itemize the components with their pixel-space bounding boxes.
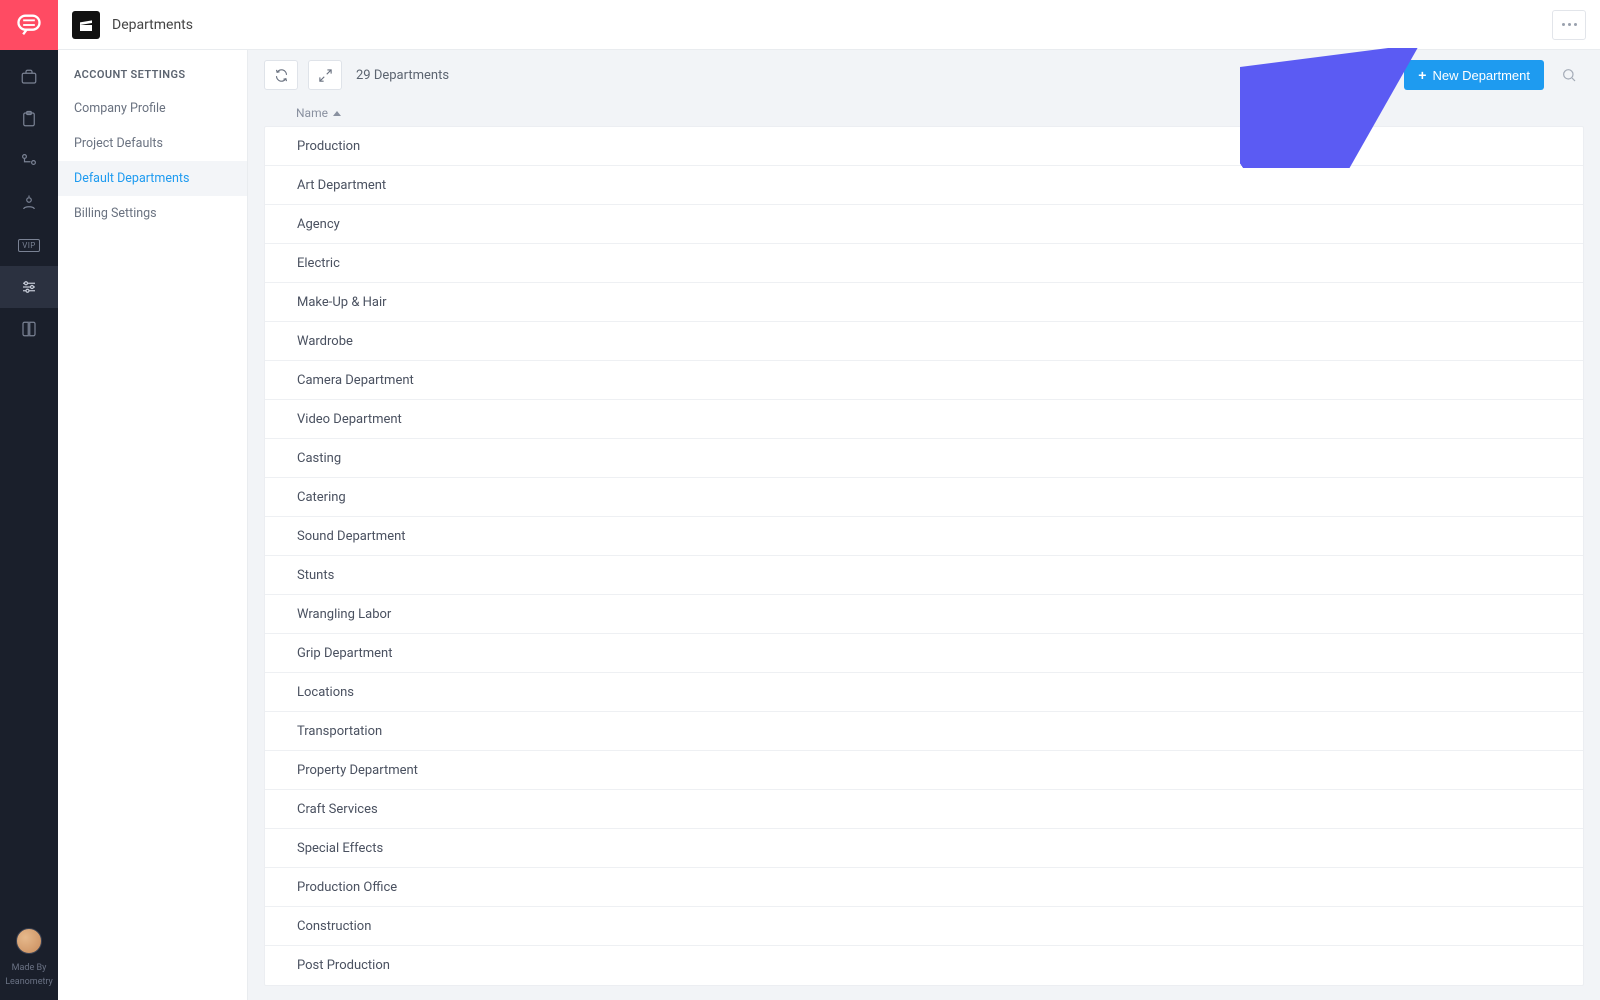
- rail-item-vip[interactable]: VIP: [0, 224, 58, 266]
- rail-footer: Made By Leanometry: [0, 928, 58, 988]
- subnav-item-billing-settings[interactable]: Billing Settings: [58, 196, 247, 231]
- new-department-label: New Department: [1432, 68, 1530, 83]
- table-row[interactable]: Transportation: [265, 712, 1583, 751]
- search-icon: [1561, 67, 1577, 83]
- refresh-icon: [274, 68, 289, 83]
- table-row[interactable]: Production: [265, 127, 1583, 166]
- topbar-right: [1552, 10, 1586, 40]
- table-wrap: Name ProductionArt DepartmentAgencyElect…: [248, 100, 1600, 1000]
- table-row[interactable]: Locations: [265, 673, 1583, 712]
- new-department-button[interactable]: + New Department: [1404, 60, 1544, 90]
- dot-icon: [1568, 23, 1571, 26]
- dot-icon: [1574, 23, 1577, 26]
- body: ACCOUNT SETTINGS Company Profile Project…: [58, 50, 1600, 1000]
- topbar: Departments: [58, 0, 1600, 50]
- table-row[interactable]: Video Department: [265, 400, 1583, 439]
- table-row[interactable]: Post Production: [265, 946, 1583, 985]
- rail-item-tasks[interactable]: [0, 98, 58, 140]
- book-icon: [20, 320, 38, 338]
- subnav: ACCOUNT SETTINGS Company Profile Project…: [58, 50, 248, 1000]
- table-row[interactable]: Craft Services: [265, 790, 1583, 829]
- refresh-button[interactable]: [264, 60, 298, 90]
- expand-button[interactable]: [308, 60, 342, 90]
- subnav-title: ACCOUNT SETTINGS: [58, 68, 247, 81]
- content: 29 Departments + New Department: [248, 50, 1600, 1000]
- subnav-item-default-departments[interactable]: Default Departments: [58, 161, 247, 196]
- column-header-label: Name: [296, 106, 328, 120]
- search-button[interactable]: [1554, 60, 1584, 90]
- table-row[interactable]: Art Department: [265, 166, 1583, 205]
- subnav-item-project-defaults[interactable]: Project Defaults: [58, 126, 247, 161]
- table-row[interactable]: Stunts: [265, 556, 1583, 595]
- main-area: Departments ACCOUNT SETTINGS Company Pro…: [58, 0, 1600, 1000]
- clapper-icon: [78, 17, 94, 33]
- sliders-icon: [20, 278, 38, 296]
- page-title: Departments: [112, 17, 193, 33]
- clipboard-icon: [20, 110, 38, 128]
- table-row[interactable]: Make-Up & Hair: [265, 283, 1583, 322]
- table-row[interactable]: Sound Department: [265, 517, 1583, 556]
- table-row[interactable]: Special Effects: [265, 829, 1583, 868]
- briefcase-icon: [20, 68, 38, 86]
- avatar[interactable]: [16, 928, 42, 954]
- count-label: 29 Departments: [356, 68, 449, 83]
- table-rows: ProductionArt DepartmentAgencyElectricMa…: [264, 126, 1584, 986]
- rail-item-settings[interactable]: [0, 266, 58, 308]
- table-row[interactable]: Casting: [265, 439, 1583, 478]
- expand-icon: [318, 68, 333, 83]
- subnav-item-company-profile[interactable]: Company Profile: [58, 91, 247, 126]
- more-button[interactable]: [1552, 10, 1586, 40]
- plus-icon: +: [1418, 67, 1426, 83]
- app-root: VIP Made By Leanometry Departments: [0, 0, 1600, 1000]
- left-rail: VIP Made By Leanometry: [0, 0, 58, 1000]
- rail-item-docs[interactable]: [0, 308, 58, 350]
- chat-icon: [15, 11, 43, 39]
- contact-icon: [20, 194, 38, 212]
- table-row[interactable]: Wardrobe: [265, 322, 1583, 361]
- table-row[interactable]: Agency: [265, 205, 1583, 244]
- toolbar-right: + New Department: [1404, 60, 1584, 90]
- table-row[interactable]: Camera Department: [265, 361, 1583, 400]
- rail-items: VIP: [0, 56, 58, 350]
- rail-item-contacts[interactable]: [0, 182, 58, 224]
- table-row[interactable]: Grip Department: [265, 634, 1583, 673]
- table-row[interactable]: Electric: [265, 244, 1583, 283]
- rail-item-team[interactable]: [0, 140, 58, 182]
- users-flow-icon: [20, 152, 38, 170]
- brand-logo[interactable]: [0, 0, 58, 50]
- table-row[interactable]: Wrangling Labor: [265, 595, 1583, 634]
- table-row[interactable]: Production Office: [265, 868, 1583, 907]
- sort-asc-icon: [333, 111, 341, 116]
- vip-badge-icon: VIP: [18, 239, 40, 252]
- made-by-label: Made By: [12, 964, 47, 974]
- column-header-name[interactable]: Name: [264, 100, 1584, 126]
- made-by-brand[interactable]: Leanometry: [5, 978, 53, 988]
- rail-item-projects[interactable]: [0, 56, 58, 98]
- project-chip[interactable]: [72, 11, 100, 39]
- table-row[interactable]: Catering: [265, 478, 1583, 517]
- dot-icon: [1562, 23, 1565, 26]
- table-row[interactable]: Construction: [265, 907, 1583, 946]
- toolbar: 29 Departments + New Department: [248, 50, 1600, 100]
- table-row[interactable]: Property Department: [265, 751, 1583, 790]
